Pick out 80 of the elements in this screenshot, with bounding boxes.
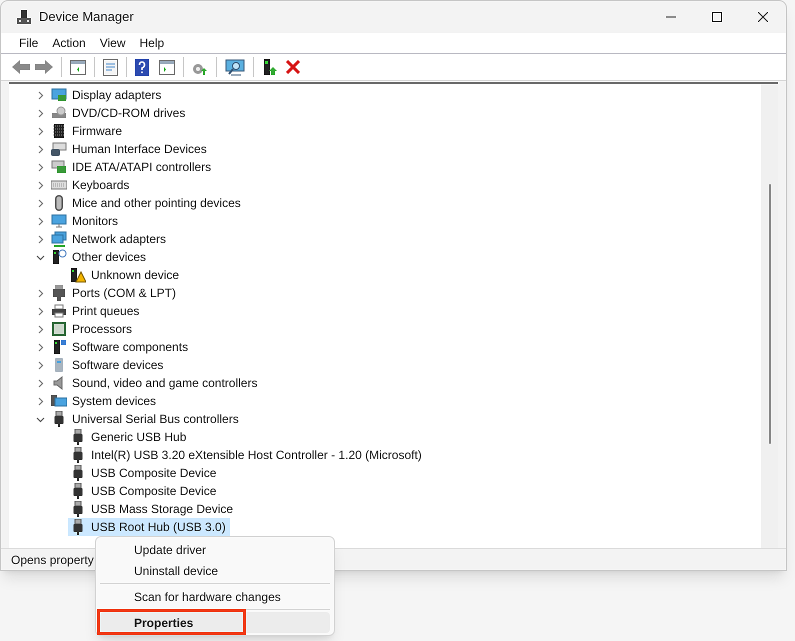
software-component-icon bbox=[51, 339, 67, 355]
tree-item[interactable]: Software devices bbox=[72, 356, 164, 374]
menu-item[interactable]: Update driver bbox=[100, 539, 330, 560]
help-icon[interactable] bbox=[135, 58, 149, 76]
chip-icon bbox=[51, 123, 67, 139]
menu-item[interactable]: Action bbox=[45, 34, 93, 52]
collapse-chevron-icon[interactable] bbox=[36, 414, 45, 424]
menu-item[interactable]: Properties bbox=[100, 612, 330, 633]
monitor-icon bbox=[51, 213, 67, 229]
expand-chevron-icon[interactable] bbox=[36, 216, 45, 226]
properties-sheet-icon[interactable] bbox=[103, 58, 118, 76]
keyboard-gamepad-icon bbox=[51, 141, 67, 157]
expand-chevron-icon[interactable] bbox=[36, 126, 45, 136]
expand-chevron-icon[interactable] bbox=[36, 396, 45, 406]
menu-item[interactable]: View bbox=[92, 34, 132, 52]
tree-item[interactable]: Keyboards bbox=[72, 176, 130, 194]
printer-icon bbox=[51, 303, 67, 319]
action-pane-icon[interactable] bbox=[159, 60, 175, 74]
tree-item[interactable]: Mice and other pointing devices bbox=[72, 194, 241, 212]
uninstall-icon[interactable] bbox=[286, 60, 300, 74]
close-icon[interactable] bbox=[758, 12, 768, 22]
tree-item[interactable]: USB Composite Device bbox=[68, 482, 220, 500]
tree-item[interactable]: Ports (COM & LPT) bbox=[72, 284, 176, 302]
expand-chevron-icon[interactable] bbox=[36, 306, 45, 316]
collapse-chevron-icon[interactable] bbox=[36, 252, 45, 262]
expand-chevron-icon[interactable] bbox=[36, 198, 45, 208]
maximize-icon[interactable] bbox=[712, 12, 722, 22]
tree-item[interactable]: Unknown device bbox=[68, 266, 184, 284]
tree-item[interactable]: Print queues bbox=[72, 302, 140, 320]
expand-chevron-icon[interactable] bbox=[36, 324, 45, 334]
tree-item[interactable]: Firmware bbox=[72, 122, 122, 140]
forward-arrow-icon[interactable] bbox=[35, 60, 53, 74]
expand-chevron-icon[interactable] bbox=[36, 144, 45, 154]
disc-drive-icon bbox=[51, 105, 67, 121]
tree-item[interactable]: Display adapters bbox=[72, 86, 162, 104]
controller-card-icon bbox=[51, 159, 67, 175]
tree-item[interactable]: USB Mass Storage Device bbox=[68, 500, 238, 518]
tree-item[interactable]: DVD/CD-ROM drives bbox=[72, 104, 186, 122]
network-icon bbox=[51, 231, 67, 247]
expand-chevron-icon[interactable] bbox=[36, 342, 45, 352]
tree-item[interactable]: Monitors bbox=[72, 212, 118, 230]
tree-item[interactable]: Software components bbox=[72, 338, 188, 356]
unknown-device-icon bbox=[51, 249, 67, 265]
system-devices-icon bbox=[51, 393, 67, 409]
tree-item[interactable]: USB Root Hub (USB 3.0) bbox=[68, 518, 230, 536]
expand-chevron-icon[interactable] bbox=[36, 288, 45, 298]
tree-item[interactable]: Universal Serial Bus controllers bbox=[72, 410, 239, 428]
tree-item[interactable]: Network adapters bbox=[72, 230, 166, 248]
expand-chevron-icon[interactable] bbox=[36, 234, 45, 244]
menu-item[interactable]: File bbox=[12, 34, 46, 52]
monitor-magnifier-icon[interactable] bbox=[225, 58, 245, 76]
window-title: Device Manager bbox=[39, 8, 134, 26]
menu-item[interactable]: Uninstall device bbox=[100, 560, 330, 581]
tree-item[interactable]: Processors bbox=[72, 320, 132, 338]
tree-item[interactable]: System devices bbox=[72, 392, 156, 410]
expand-chevron-icon[interactable] bbox=[36, 378, 45, 388]
tree-item[interactable]: Human Interface Devices bbox=[72, 140, 207, 158]
tree-item[interactable]: Intel(R) USB 3.20 eXtensible Host Controller - 1.20 (Microsoft) bbox=[68, 446, 426, 464]
menu-item[interactable]: Help bbox=[132, 34, 172, 52]
tree-item[interactable]: Other devices bbox=[72, 248, 146, 266]
expand-chevron-icon[interactable] bbox=[36, 162, 45, 172]
menu-item[interactable]: Scan for hardware changes bbox=[100, 586, 330, 607]
processor-icon bbox=[51, 321, 67, 337]
tree-item[interactable]: IDE ATA/ATAPI controllers bbox=[72, 158, 212, 176]
tree-item[interactable]: USB Composite Device bbox=[68, 464, 220, 482]
expand-chevron-icon[interactable] bbox=[36, 90, 45, 100]
status-text: Opens property bbox=[11, 552, 94, 568]
update-driver-icon[interactable] bbox=[262, 58, 278, 76]
warning-device-icon bbox=[70, 267, 86, 283]
display-adapter-icon bbox=[51, 87, 67, 103]
back-arrow-icon[interactable] bbox=[12, 60, 30, 74]
console-tree-icon[interactable] bbox=[70, 60, 86, 74]
tree-item[interactable]: Sound, video and game controllers bbox=[72, 374, 258, 392]
expand-chevron-icon[interactable] bbox=[36, 108, 45, 118]
device-manager-icon bbox=[17, 10, 31, 24]
expand-chevron-icon[interactable] bbox=[36, 180, 45, 190]
scrollbar[interactable] bbox=[761, 84, 778, 548]
expand-chevron-icon[interactable] bbox=[36, 360, 45, 370]
port-icon bbox=[51, 285, 67, 301]
tree-item[interactable]: Generic USB Hub bbox=[68, 428, 190, 446]
